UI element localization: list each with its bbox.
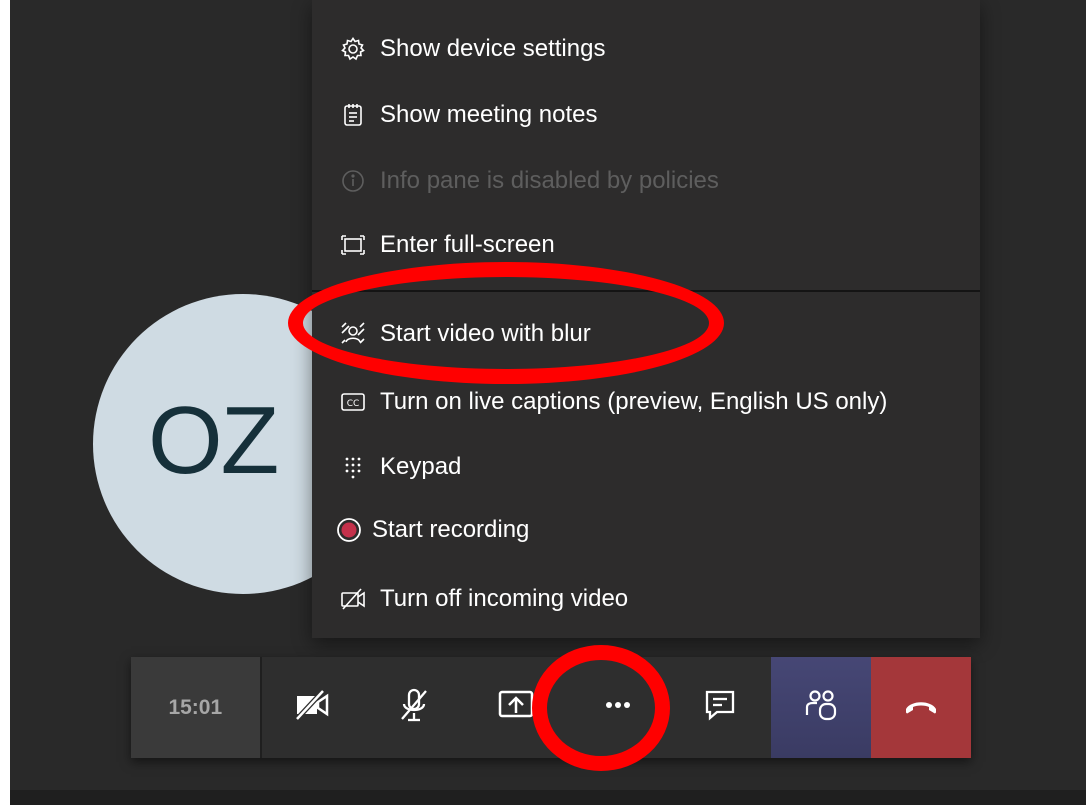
menu-item-device-settings[interactable]: Show device settings — [312, 18, 980, 80]
participants-button[interactable] — [771, 657, 872, 758]
camera-off-icon — [293, 685, 333, 730]
mic-muted-icon — [394, 685, 434, 730]
info-icon — [340, 168, 366, 194]
menu-item-meeting-notes[interactable]: Show meeting notes — [312, 84, 980, 146]
menu-item-live-captions[interactable]: CC Turn on live captions (preview, Engli… — [312, 371, 980, 433]
share-screen-icon — [496, 685, 536, 730]
chat-icon — [700, 685, 740, 730]
call-timer: 15:01 — [131, 657, 262, 758]
menu-item-video-blur[interactable]: Start video with blur — [312, 303, 980, 365]
fullscreen-icon — [340, 232, 366, 258]
menu-item-info-pane: Info pane is disabled by policies — [312, 150, 980, 212]
menu-item-label: Info pane is disabled by policies — [380, 167, 719, 194]
menu-item-label: Start recording — [372, 516, 530, 543]
avatar-initials: OZ — [148, 387, 279, 494]
menu-item-label: Start video with blur — [380, 320, 591, 347]
camera-toggle-button[interactable] — [262, 657, 364, 758]
menu-item-label: Turn on live captions (preview, English … — [380, 388, 888, 415]
participants-icon — [801, 685, 841, 730]
menu-item-label: Show meeting notes — [380, 101, 598, 128]
menu-item-incoming-video[interactable]: Turn off incoming video — [312, 568, 980, 630]
more-dots-icon — [598, 685, 638, 730]
blur-background-icon — [340, 321, 366, 347]
chat-button[interactable] — [669, 657, 771, 758]
menu-item-label: Keypad — [380, 453, 462, 480]
menu-item-keypad[interactable]: Keypad — [312, 436, 980, 498]
notes-icon — [340, 102, 366, 128]
meeting-stage: OZ Show device settings Show meeting not… — [10, 0, 1086, 805]
bottom-edge — [10, 790, 1086, 805]
more-actions-button[interactable] — [567, 657, 669, 758]
mic-toggle-button[interactable] — [364, 657, 466, 758]
call-controls-toolbar: 15:01 — [131, 657, 971, 758]
hang-up-button[interactable] — [871, 657, 971, 758]
menu-divider — [312, 290, 980, 292]
svg-text:CC: CC — [347, 399, 360, 409]
closed-captions-icon: CC — [340, 389, 366, 415]
menu-item-label: Show device settings — [380, 35, 606, 62]
record-icon — [336, 517, 362, 543]
menu-item-full-screen[interactable]: Enter full-screen — [312, 214, 980, 276]
share-screen-button[interactable] — [465, 657, 567, 758]
hang-up-icon — [901, 685, 941, 730]
menu-item-label: Turn off incoming video — [380, 585, 629, 612]
menu-item-label: Enter full-screen — [380, 231, 555, 258]
more-actions-menu: Show device settings Show meeting notes — [312, 0, 980, 638]
menu-item-start-recording[interactable]: Start recording — [312, 499, 980, 561]
gear-icon — [340, 36, 366, 62]
keypad-icon — [340, 454, 366, 480]
video-off-icon — [340, 586, 366, 612]
